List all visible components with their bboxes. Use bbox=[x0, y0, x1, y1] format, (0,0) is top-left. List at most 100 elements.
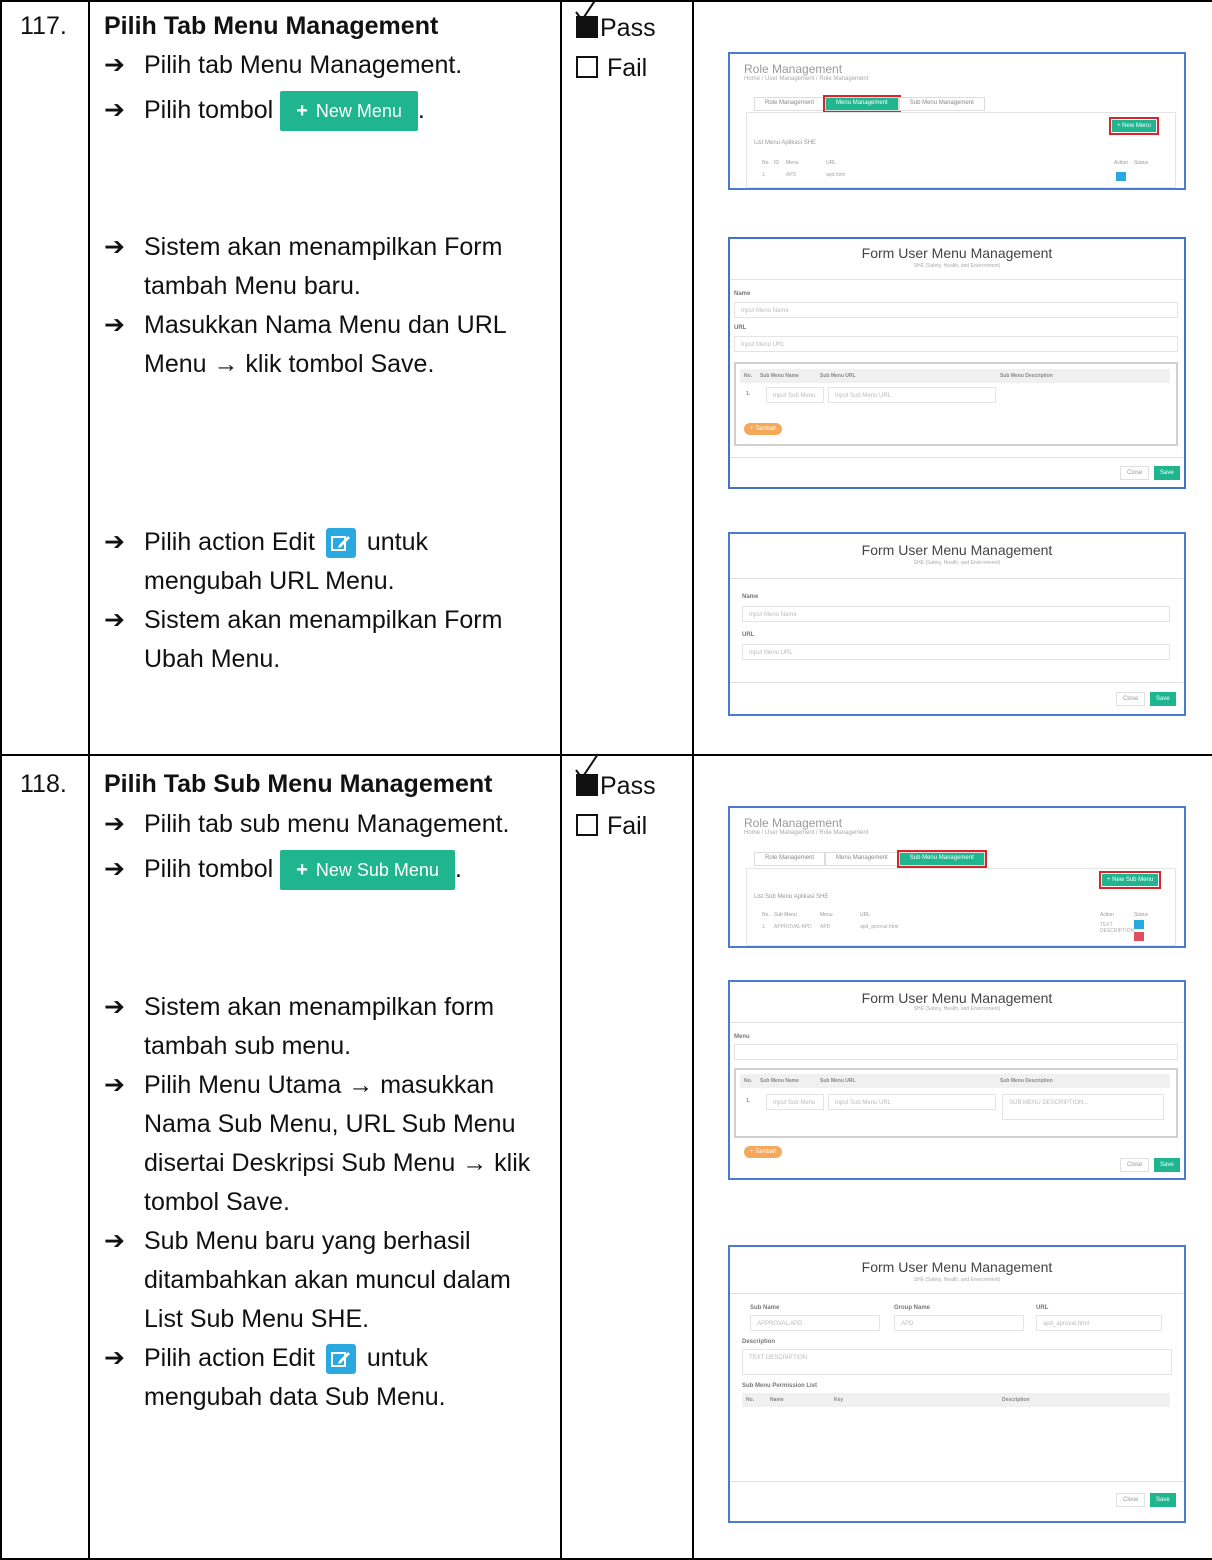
pass-option: Pass bbox=[575, 0, 656, 48]
form-subtitle: SHE (Safety, Health, and Environment) bbox=[913, 1277, 1001, 1283]
screenshot-role-management-sub: Role Management Home / User Management /… bbox=[728, 806, 1186, 948]
sub-url-input: Input Sub Menu URL bbox=[828, 387, 996, 403]
desc-input: SUB MENU DESCRIPTION... bbox=[1002, 1094, 1164, 1120]
row-title: Pilih Tab Sub Menu Management bbox=[104, 770, 493, 798]
th: Menu bbox=[786, 160, 799, 166]
step: ➔ Pilih tombol + New Menu. bbox=[104, 91, 554, 132]
row-steps: ➔ Pilih tab Menu Management. ➔ Pilih tombo… bbox=[104, 46, 554, 132]
desc-input: TEXT DESCRIPTION bbox=[742, 1349, 1172, 1375]
td: 1. bbox=[762, 172, 767, 178]
row-steps: ➔ Pilih action Edit untuk mengubah URL Men… bbox=[104, 523, 554, 679]
tab-sub-menu: Sub Menu Management bbox=[898, 97, 985, 111]
step: ➔ Pilih tab sub menu Management. bbox=[104, 805, 554, 844]
save-button: Save bbox=[1150, 1493, 1176, 1507]
step: ➔ Sistem akan menampilkan form tambah sub… bbox=[104, 988, 554, 1066]
row-number: 117. bbox=[20, 12, 67, 40]
form-title: Form User Menu Management bbox=[861, 542, 1053, 558]
row-steps: ➔ Sistem akan menampilkan form tambah sub… bbox=[104, 988, 554, 1417]
arrow-icon: ➔ bbox=[104, 855, 125, 883]
save-button: Save bbox=[1154, 1158, 1180, 1172]
step: ➔ Sistem akan menampilkan Form tambah Men… bbox=[104, 228, 554, 306]
arrow-icon: ➔ bbox=[104, 1344, 125, 1372]
step: ➔ Sistem akan menampilkan Form Ubah Menu. bbox=[104, 601, 554, 679]
arrow-icon: ➔ bbox=[104, 1227, 125, 1255]
tabs: Role Management Menu Management Sub Menu… bbox=[754, 850, 987, 868]
url-input: apd_aproval.html bbox=[1036, 1315, 1162, 1331]
th: Status bbox=[1134, 160, 1149, 166]
close-button: Close bbox=[1120, 466, 1150, 480]
tab-sub-menu: Sub Menu Management bbox=[896, 850, 987, 868]
step: ➔ Pilih tombol + New Sub Menu. bbox=[104, 850, 554, 891]
form-subtitle: SHE (Safety, Health, and Environment) bbox=[913, 560, 1001, 566]
tab-role: Role Management bbox=[754, 97, 826, 111]
delete-icon bbox=[1134, 932, 1144, 941]
form-title: Form User Menu Management bbox=[861, 990, 1053, 1006]
url-input: Input Menu URL bbox=[742, 644, 1170, 660]
row-number: 118. bbox=[20, 770, 67, 798]
new-sub-menu-button: + New Sub Menu bbox=[280, 850, 455, 891]
step: ➔ Pilih action Edit untuk mengubah data Su… bbox=[104, 1339, 554, 1417]
sub-name-input: Input Sub Menu bbox=[766, 1094, 824, 1110]
breadcrumb: Home / User Management / Role Management bbox=[744, 830, 869, 836]
row-title: Pilih Tab Menu Management bbox=[104, 12, 439, 40]
edit-icon bbox=[325, 528, 356, 559]
sub-name-input: APPROVAL APD bbox=[750, 1315, 880, 1331]
list-label: List Sub Menu Aplikasi SHE bbox=[754, 894, 829, 900]
step: ➔ Masukkan Nama Menu dan URL Menu → klik … bbox=[104, 306, 554, 384]
page-title: Role Management bbox=[744, 816, 843, 830]
url-input: Input Menu URL bbox=[734, 336, 1178, 352]
name-input: Input Menu Name bbox=[734, 302, 1178, 318]
arrow-icon: ➔ bbox=[104, 528, 125, 556]
screenshot-form-sub-edit: Form User Menu Management SHE (Safety, H… bbox=[728, 1245, 1186, 1523]
checkbox-icon bbox=[576, 814, 598, 836]
arrow-icon: ➔ bbox=[104, 311, 125, 339]
tambah-button: + Tambah bbox=[744, 423, 783, 435]
plus-icon: + bbox=[296, 858, 308, 881]
arrow-icon: ➔ bbox=[104, 51, 125, 79]
close-button: Close bbox=[1116, 1493, 1146, 1507]
td: apd.html bbox=[826, 172, 846, 178]
row-steps: ➔ Sistem akan menampilkan Form tambah Men… bbox=[104, 228, 554, 384]
th: URL bbox=[826, 160, 837, 166]
arrow-icon: ➔ bbox=[104, 96, 125, 124]
step: ➔ Pilih Menu Utama → masukkan Nama Sub Me… bbox=[104, 1066, 554, 1222]
save-button: Save bbox=[1150, 692, 1176, 706]
form-subtitle: SHE (Safety, Health, and Environment) bbox=[913, 263, 1001, 269]
edit-icon bbox=[1134, 920, 1144, 929]
fail-option: Fail bbox=[576, 48, 656, 88]
tabs: Role Management Menu Management Sub Menu… bbox=[754, 95, 985, 113]
breadcrumb: Home / User Management / Role Management bbox=[744, 76, 869, 82]
row-steps: ➔ Pilih tab sub menu Management. ➔ Pilih t… bbox=[104, 805, 554, 891]
pass-fail: Pass Fail bbox=[575, 0, 656, 88]
screenshot-form-sub-add: Form User Menu Management SHE (Safety, H… bbox=[728, 980, 1186, 1180]
arrow-icon: ➔ bbox=[104, 810, 125, 838]
arrow-icon: ➔ bbox=[104, 606, 125, 634]
th: No. bbox=[762, 160, 770, 166]
arrow-icon: ➔ bbox=[104, 233, 125, 261]
screenshot-form-menu-add: Form User Menu Management SHE (Safety, H… bbox=[728, 237, 1186, 489]
list-label: List Menu Aplikasi SHE bbox=[754, 140, 817, 146]
screenshot-form-menu-edit: Form User Menu Management SHE (Safety, H… bbox=[728, 532, 1186, 716]
page-title: Role Management bbox=[744, 62, 843, 76]
pass-fail: Pass Fail bbox=[575, 753, 656, 846]
sub-url-input: Input Sub Menu URL bbox=[828, 1094, 996, 1110]
name-label: Name bbox=[734, 291, 751, 297]
close-button: Close bbox=[1116, 692, 1146, 706]
new-menu-button: + New Menu bbox=[1109, 117, 1159, 135]
tab-role: Role Management bbox=[754, 852, 826, 866]
screenshot-role-management: Role Management Home / User Management /… bbox=[728, 52, 1186, 190]
edit-icon bbox=[325, 1344, 356, 1375]
step: ➔ Pilih tab Menu Management. bbox=[104, 46, 554, 85]
th: ID bbox=[774, 160, 779, 166]
new-menu-button: + New Menu bbox=[280, 91, 418, 132]
sub-name-input: Input Sub Menu bbox=[766, 387, 824, 403]
tab-menu: Menu Management bbox=[823, 95, 901, 113]
new-sub-menu-button: + New Sub Menu bbox=[1098, 871, 1162, 889]
fail-option: Fail bbox=[576, 806, 656, 846]
edit-icon bbox=[1116, 172, 1126, 181]
name-input: Input Menu Name bbox=[742, 606, 1170, 622]
plus-icon: + bbox=[296, 99, 308, 122]
checkbox-checked-icon bbox=[575, 753, 599, 796]
tambah-button: + Tambah bbox=[744, 1146, 783, 1158]
form-title: Form User Menu Management bbox=[861, 1259, 1053, 1275]
